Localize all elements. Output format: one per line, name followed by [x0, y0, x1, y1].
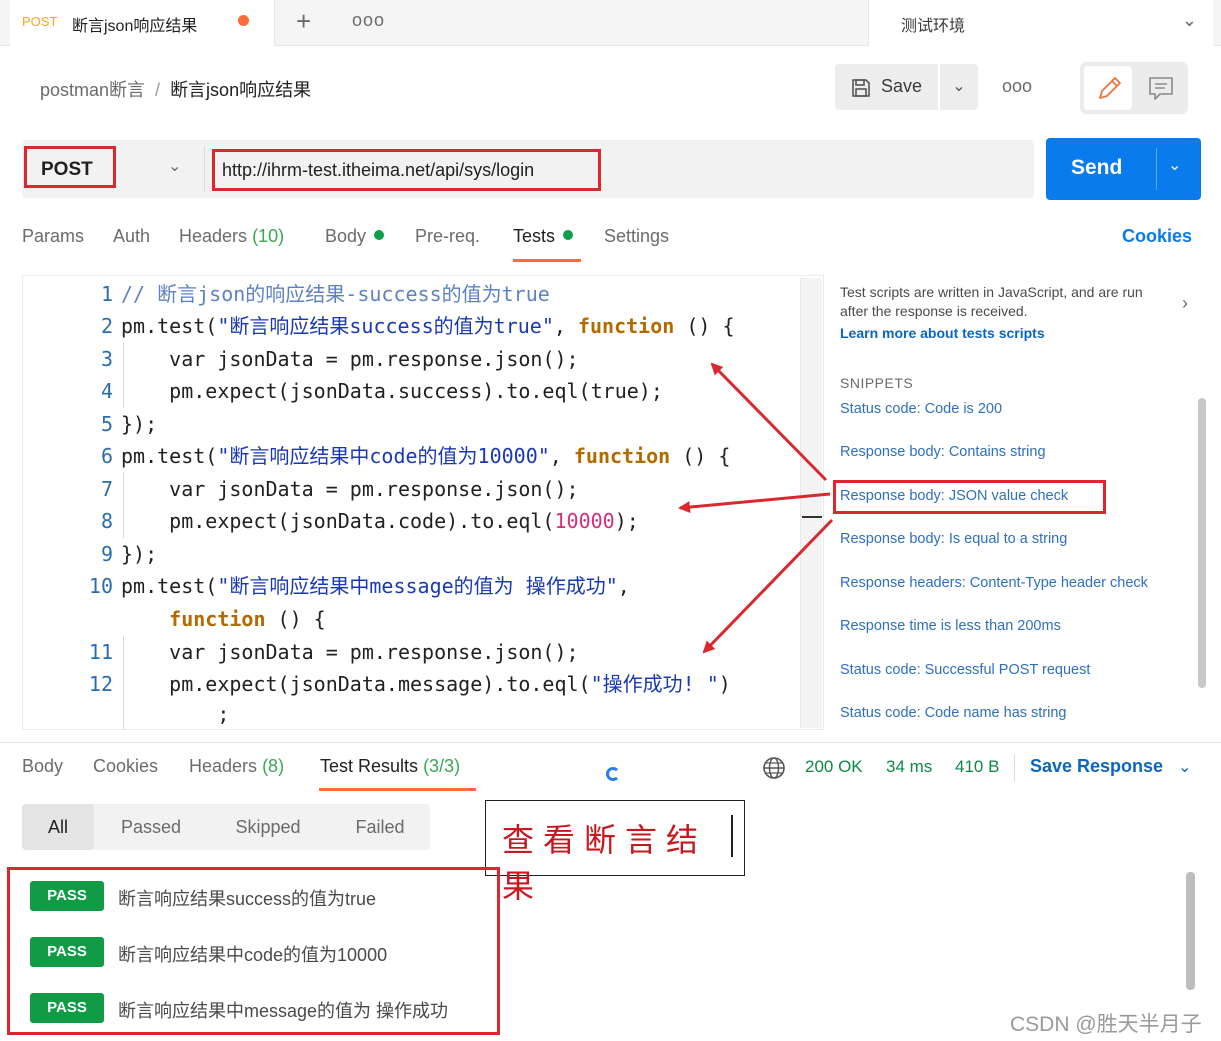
watermark: CSDN @胜天半月子	[1010, 1013, 1202, 1036]
test-results-label: Test Results	[320, 756, 419, 776]
response-tab-headers[interactable]: Headers (8)	[189, 756, 284, 777]
pass-badge: PASS	[30, 993, 104, 1023]
response-tab-cookies[interactable]: Cookies	[93, 756, 158, 777]
filter-failed[interactable]: Failed	[338, 804, 422, 850]
response-tab-headers-label: Headers	[189, 756, 258, 776]
response-tab-body[interactable]: Body	[22, 756, 63, 777]
test-result-name: 断言响应结果中code的值为10000	[118, 945, 388, 965]
filter-all[interactable]: All	[22, 804, 94, 850]
pass-badge: PASS	[30, 937, 104, 967]
response-headers-count: (8)	[262, 756, 285, 776]
status-divider	[1014, 754, 1015, 782]
test-result-name: 断言响应结果中message的值为 操作成功	[118, 1001, 449, 1021]
arrow-to-line-8	[678, 492, 831, 514]
test-results-list: PASS 断言响应结果success的值为true PASS 断言响应结果中co…	[7, 867, 500, 1035]
response-status[interactable]: 200 OK	[805, 757, 863, 777]
test-result-name: 断言响应结果success的值为true	[118, 889, 377, 909]
result-filter-group: All Passed Skipped Failed	[22, 804, 430, 850]
filter-skipped[interactable]: Skipped	[218, 804, 318, 850]
filter-passed[interactable]: Passed	[102, 804, 200, 850]
test-results-count: (3/3)	[423, 756, 461, 776]
response-size[interactable]: 410 B	[955, 757, 999, 777]
chevron-down-icon[interactable]: ⌄	[1178, 757, 1191, 777]
active-tab-underline	[319, 788, 476, 791]
save-response-button[interactable]: Save Response	[1030, 756, 1163, 777]
response-time[interactable]: 34 ms	[886, 757, 932, 777]
results-scrollbar[interactable]	[1186, 872, 1195, 990]
annotation-note: 查看断言结果	[485, 800, 745, 905]
arrow-to-line-12	[702, 518, 834, 654]
arrow-to-line-4	[710, 362, 828, 482]
response-tab-test-results[interactable]: Test Results (3/3)	[320, 756, 460, 777]
annotation-note-text: 查看断言结果	[502, 821, 708, 905]
loading-spinner-icon	[606, 767, 620, 781]
response-divider	[0, 742, 1221, 743]
pass-badge: PASS	[30, 881, 104, 911]
text-caret	[731, 815, 733, 857]
globe-icon[interactable]	[762, 756, 786, 780]
